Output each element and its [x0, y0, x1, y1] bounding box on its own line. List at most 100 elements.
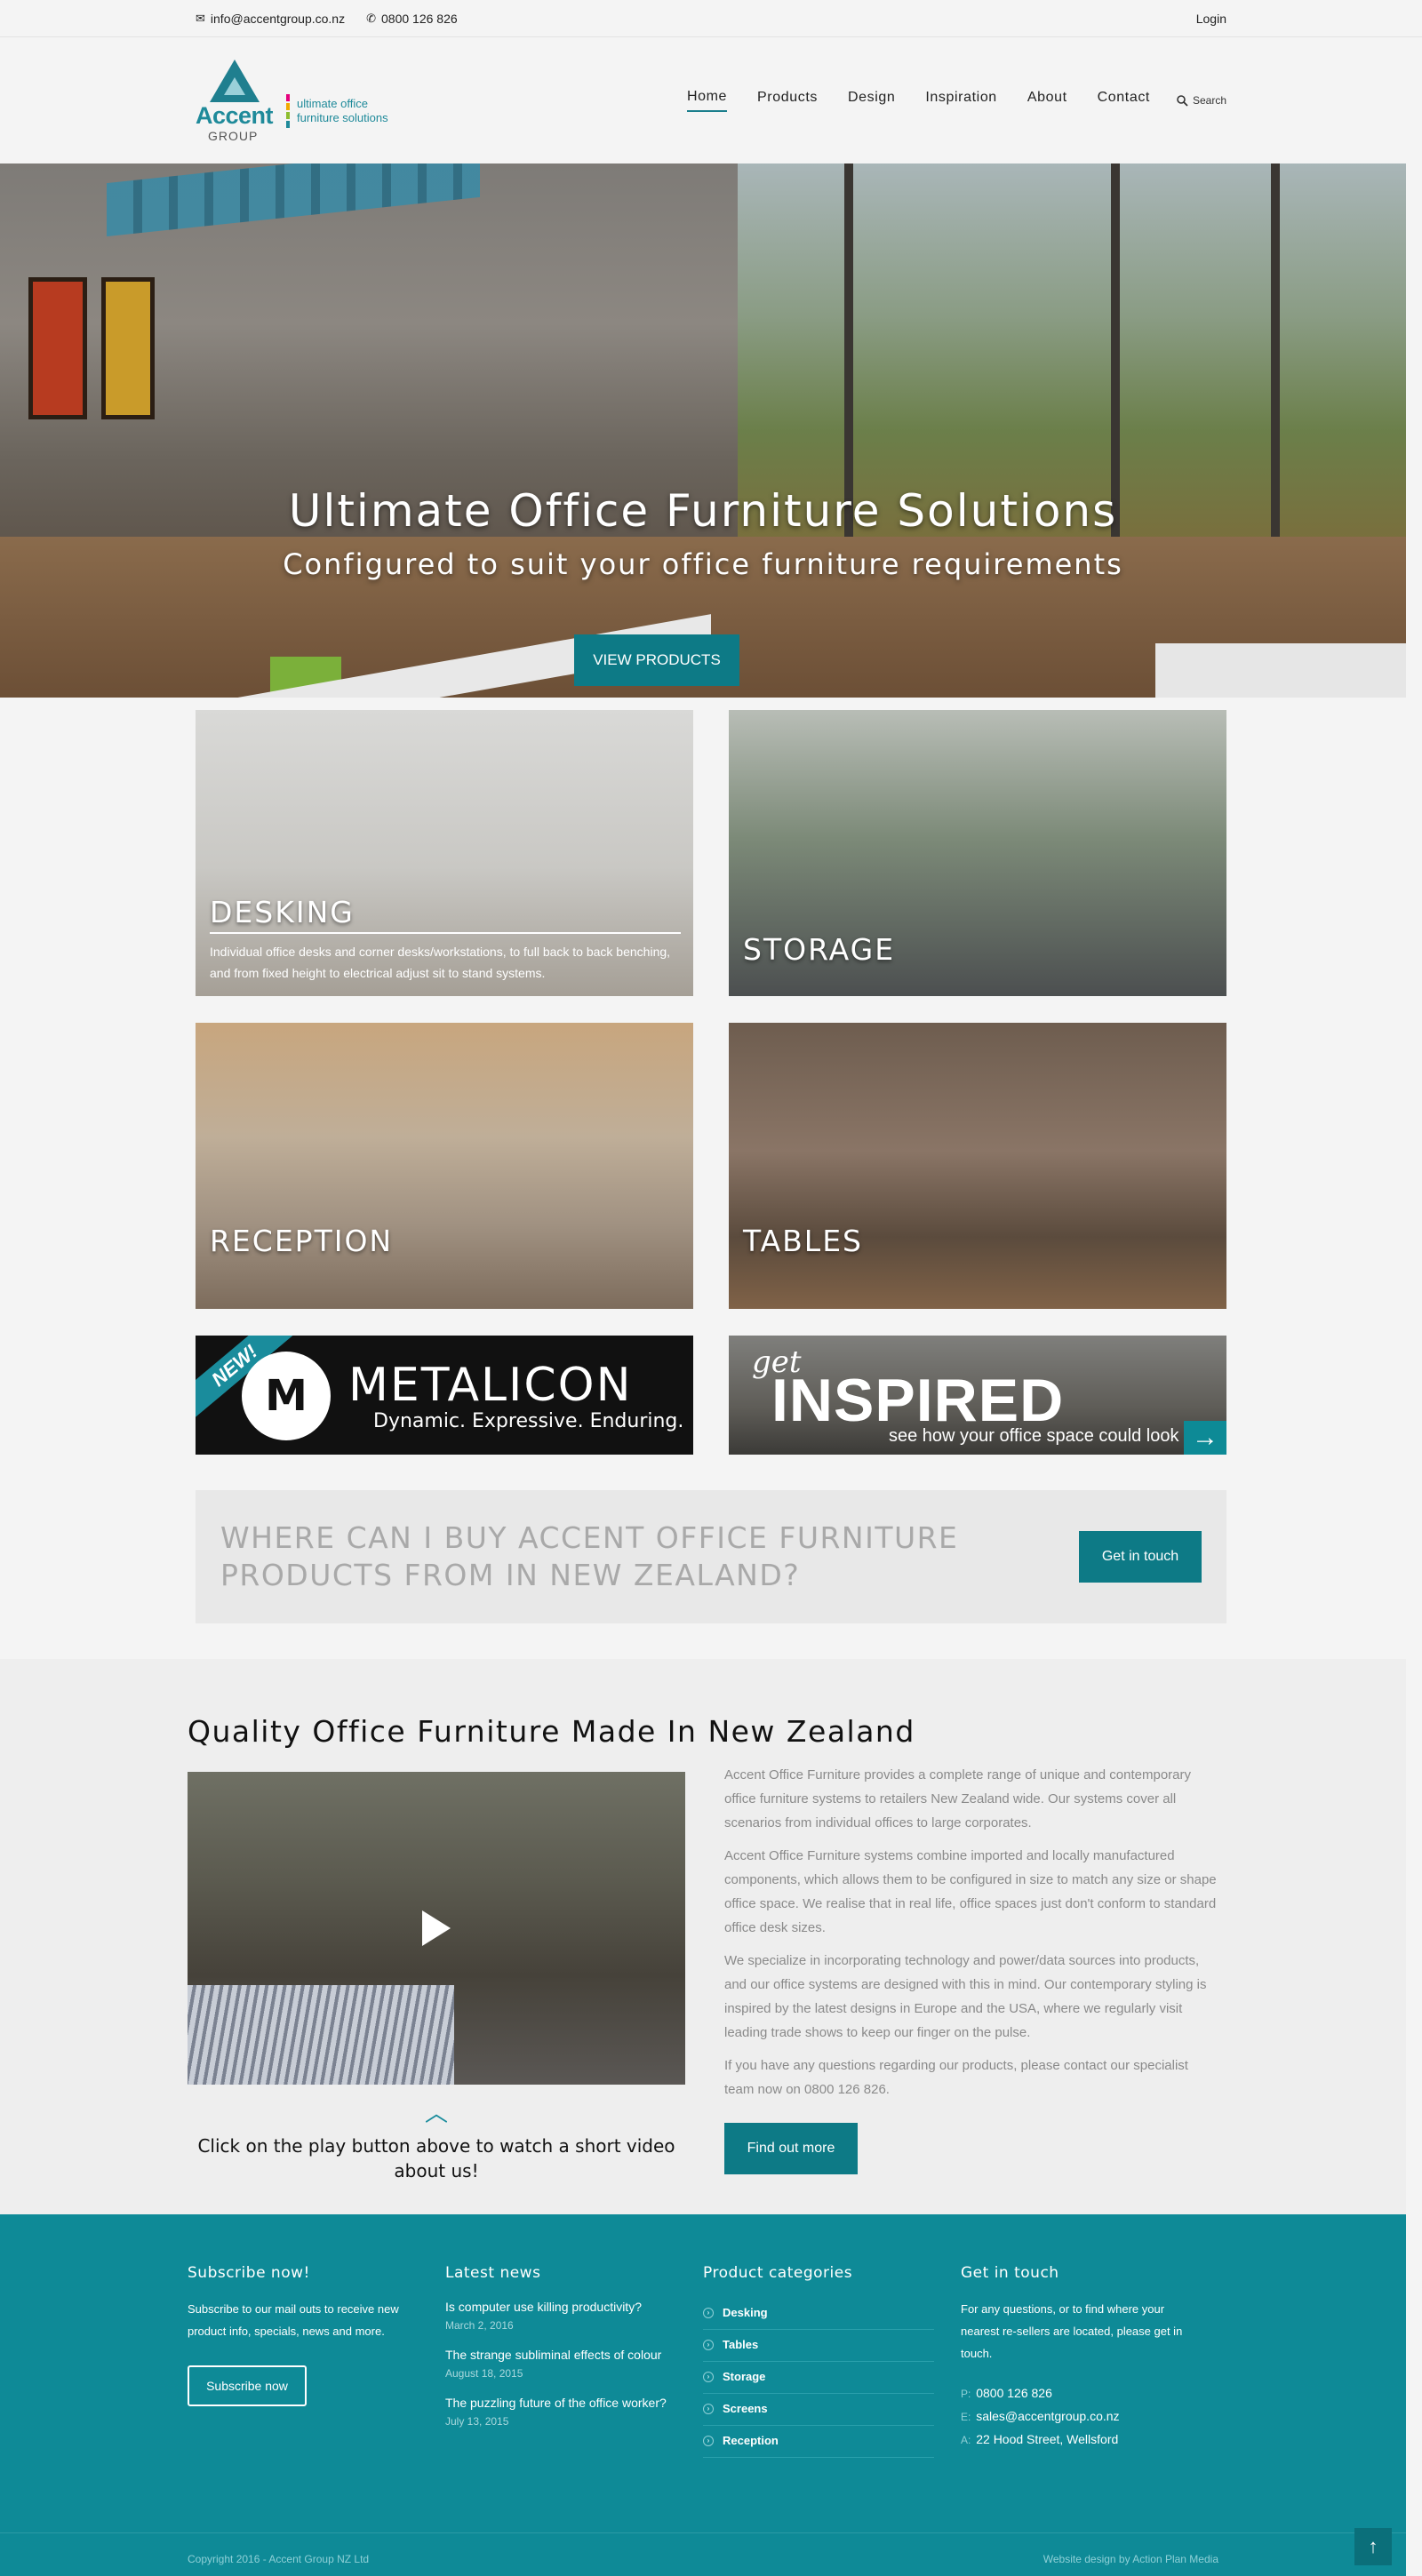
- main-nav: Home Products Design Inspiration About C…: [657, 89, 1226, 112]
- find-out-more-button[interactable]: Find out more: [724, 2123, 858, 2174]
- search-button[interactable]: Search: [1177, 94, 1226, 107]
- news-title[interactable]: Is computer use killing productivity?: [445, 2298, 676, 2316]
- about-paragraph: If you have any questions regarding our …: [724, 2058, 1188, 2097]
- copyright-bar: Copyright 2016 - Accent Group NZ Ltd Web…: [0, 2532, 1406, 2576]
- subscribe-button[interactable]: Subscribe now: [188, 2365, 307, 2406]
- news-item[interactable]: The puzzling future of the office worker…: [445, 2394, 676, 2428]
- arrow-right-icon[interactable]: →: [1184, 1421, 1226, 1455]
- get-in-touch-button[interactable]: Get in touch: [1079, 1531, 1202, 1583]
- design-credit-link[interactable]: Website design by Action Plan Media: [1043, 2553, 1218, 2565]
- news-date: March 2, 2016: [445, 2319, 514, 2332]
- tile-desking-description: Individual office desks and corner desks…: [210, 945, 671, 980]
- tile-desking-label: DESKING: [210, 895, 355, 929]
- tile-desking[interactable]: DESKING Individual office desks and corn…: [196, 710, 693, 996]
- tile-storage-label: STORAGE: [743, 932, 896, 967]
- where-to-buy-box: WHERE CAN I BUY ACCENT OFFICE FURNITURE …: [196, 1490, 1226, 1623]
- metalicon-logo: M: [242, 1352, 331, 1440]
- hero-subtitle: Configured to suit your office furniture…: [283, 547, 1123, 581]
- about-paragraph: We specialize in incorporating technolog…: [724, 1953, 1207, 2040]
- chevron-right-icon: ›: [703, 2307, 714, 2318]
- top-email-text[interactable]: info@accentgroup.co.nz: [211, 12, 345, 26]
- footer-contact-title: Get in touch: [961, 2264, 1059, 2282]
- site-logo[interactable]: Accent GROUP ultimate office furniture s…: [196, 56, 388, 145]
- chevron-right-icon: ›: [703, 2371, 714, 2382]
- hero-banner: Ultimate Office Furniture Solutions Conf…: [0, 163, 1406, 698]
- nav-contact[interactable]: Contact: [1098, 90, 1150, 111]
- hero-title: Ultimate Office Furniture Solutions: [288, 485, 1118, 537]
- hero-artwork-image: [101, 277, 155, 419]
- inspired-title: INSPIRED: [771, 1367, 1065, 1434]
- news-title[interactable]: The puzzling future of the office worker…: [445, 2394, 676, 2412]
- login-link[interactable]: Login: [1196, 12, 1226, 26]
- top-phone-text[interactable]: 0800 126 826: [381, 12, 458, 26]
- metalicon-tagline: Dynamic. Expressive. Enduring.: [373, 1410, 684, 1432]
- view-products-button[interactable]: VIEW PRODUCTS: [574, 634, 739, 686]
- footer-subscribe: Subscribe now! Subscribe to our mail out…: [188, 2264, 445, 2458]
- video-player[interactable]: [188, 1772, 685, 2085]
- nav-home[interactable]: Home: [686, 89, 728, 112]
- category-tiles: DESKING Individual office desks and corn…: [196, 698, 1226, 1623]
- chevron-right-icon: ›: [703, 2403, 714, 2414]
- tile-storage[interactable]: STORAGE: [729, 710, 1226, 996]
- tile-reception[interactable]: RECEPTION: [196, 1023, 693, 1309]
- play-icon[interactable]: [410, 1894, 463, 1962]
- hero-ceiling-image: [107, 163, 480, 237]
- news-title[interactable]: The strange subliminal effects of colour: [445, 2346, 676, 2364]
- footer-news: Latest news Is computer use killing prod…: [445, 2264, 703, 2458]
- about-paragraph: Accent Office Furniture provides a compl…: [724, 1767, 1192, 1830]
- chevron-up-icon: ︿: [424, 2100, 448, 2126]
- logo-color-bars: [286, 93, 290, 129]
- footer-categories-title: Product categories: [703, 2264, 853, 2282]
- metalicon-name: METALICON: [348, 1359, 633, 1412]
- footer-news-title: Latest news: [445, 2264, 541, 2282]
- hero-artwork-image: [28, 277, 87, 419]
- search-icon: [1177, 94, 1188, 107]
- hero-cabinet-image: [1155, 643, 1406, 698]
- footer-subscribe-text: Subscribe to our mail outs to receive ne…: [188, 2302, 399, 2338]
- footer-subscribe-title: Subscribe now!: [188, 2264, 310, 2282]
- video-caption: Click on the play button above to watch …: [197, 2135, 675, 2181]
- chevron-right-icon: ›: [703, 2435, 714, 2446]
- chevron-right-icon: ›: [703, 2339, 714, 2350]
- contact-email[interactable]: E: sales@accentgroup.co.nz: [961, 2405, 1192, 2428]
- nav-about[interactable]: About: [1027, 90, 1067, 111]
- about-text: Accent Office Furniture provides a compl…: [724, 1763, 1218, 2183]
- logo-triangle-inner: [224, 77, 245, 95]
- site-header: Accent GROUP ultimate office furniture s…: [0, 37, 1422, 163]
- about-section: Quality Office Furniture Made In New Zea…: [0, 1659, 1406, 2214]
- contact-address: A: 22 Hood Street, Wellsford: [961, 2432, 1119, 2446]
- news-item[interactable]: The strange subliminal effects of colour…: [445, 2346, 676, 2380]
- copyright-text: Copyright 2016 - Accent Group NZ Ltd: [188, 2553, 370, 2565]
- envelope-icon: ✉: [196, 12, 205, 25]
- search-label: Search: [1192, 94, 1226, 107]
- contact-phone[interactable]: P: 0800 126 826: [961, 2382, 1192, 2405]
- metalicon-banner[interactable]: NEW! M METALICON Dynamic. Expressive. En…: [196, 1336, 693, 1455]
- tile-desking-underline: [210, 932, 681, 934]
- tile-tables-label: TABLES: [743, 1224, 863, 1258]
- footer-categories: Product categories › Desking › Tables › Sto…: [703, 2264, 961, 2458]
- footer-contact: Get in touch For any questions, or to fi…: [961, 2264, 1218, 2458]
- nav-products[interactable]: Products: [757, 90, 818, 111]
- top-phone[interactable]: ✆ 0800 126 826: [366, 12, 458, 26]
- logo-mark: Accent GROUP: [196, 56, 276, 145]
- category-link[interactable]: › Storage: [703, 2362, 934, 2394]
- logo-group: GROUP: [208, 129, 259, 143]
- video-thumbnail-image: [188, 1985, 454, 2085]
- category-link[interactable]: › Tables: [703, 2330, 934, 2362]
- nav-design[interactable]: Design: [848, 90, 895, 111]
- nav-inspiration[interactable]: Inspiration: [925, 90, 996, 111]
- get-inspired-banner[interactable]: get INSPIRED see how your office space c…: [729, 1336, 1226, 1455]
- where-to-buy-question: WHERE CAN I BUY ACCENT OFFICE FURNITURE …: [220, 1520, 959, 1592]
- category-link[interactable]: › Reception: [703, 2426, 934, 2458]
- logo-tagline: ultimate office furniture solutions: [297, 97, 388, 124]
- top-bar: ✉ info@accentgroup.co.nz ✆ 0800 126 826 …: [0, 0, 1422, 37]
- arrow-up-icon[interactable]: ↑: [1354, 2528, 1392, 2565]
- category-link[interactable]: › Desking: [703, 2298, 934, 2330]
- tile-tables[interactable]: TABLES: [729, 1023, 1226, 1309]
- category-link[interactable]: › Screens: [703, 2394, 934, 2426]
- tile-reception-label: RECEPTION: [210, 1224, 394, 1258]
- about-title: Quality Office Furniture Made In New Zea…: [188, 1714, 915, 1749]
- top-email[interactable]: ✉ info@accentgroup.co.nz: [196, 12, 345, 26]
- site-footer: Subscribe now! Subscribe to our mail out…: [0, 2214, 1406, 2532]
- news-item[interactable]: Is computer use killing productivity? Ma…: [445, 2298, 676, 2332]
